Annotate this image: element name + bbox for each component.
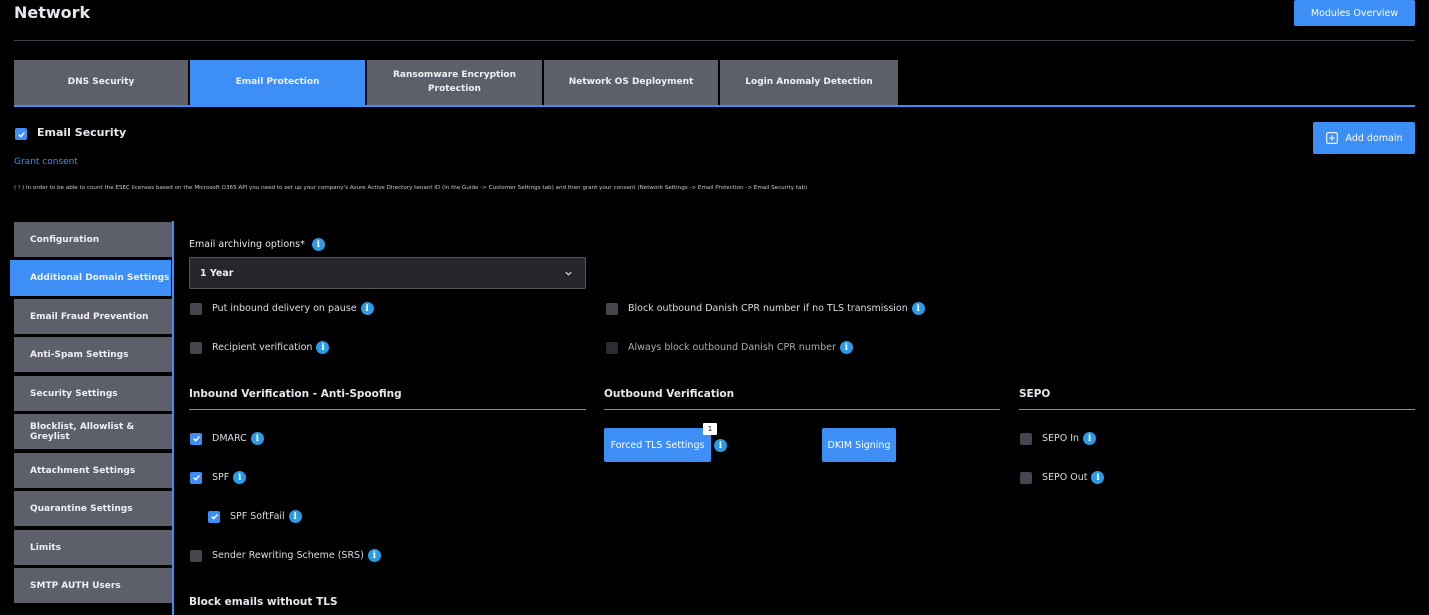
- archiving-select-value: 1 Year: [200, 267, 234, 279]
- always-block-cpr-row: Always block outbound Danish CPR number …: [606, 341, 853, 354]
- inbound-pause-label: Put inbound delivery on pause: [212, 303, 357, 314]
- spf-softfail-checkbox[interactable]: [208, 510, 220, 523]
- spf-softfail-label: SPF SoftFail: [230, 511, 285, 522]
- spf-label: SPF: [212, 472, 230, 483]
- spf-softfail-row: SPF SoftFail i: [208, 510, 302, 523]
- sidebar-item-attachment-settings[interactable]: Attachment Settings: [14, 453, 173, 488]
- dkim-signing-button[interactable]: DKIM Signing: [822, 428, 896, 462]
- sepo-section-title: SEPO: [1019, 388, 1051, 400]
- info-icon[interactable]: i: [233, 471, 247, 484]
- tab-login-anomaly-detection[interactable]: Login Anomaly Detection: [720, 60, 898, 105]
- add-domain-label: Add domain: [1345, 132, 1403, 144]
- info-icon[interactable]: i: [839, 341, 853, 354]
- checkmark-icon: [192, 475, 200, 481]
- sepo-out-label: SEPO Out: [1042, 472, 1088, 483]
- info-icon[interactable]: i: [714, 439, 727, 452]
- info-icon[interactable]: i: [311, 238, 325, 251]
- archiving-select[interactable]: 1 Year: [189, 257, 586, 289]
- tabs-underline: [14, 105, 1415, 107]
- block-cpr-no-tls-row: Block outbound Danish CPR number if no T…: [606, 302, 925, 315]
- recipient-verification-checkbox[interactable]: [190, 341, 202, 354]
- dmarc-row: DMARC i: [190, 432, 264, 445]
- header-divider: [14, 40, 1415, 41]
- tab-dns-security[interactable]: DNS Security: [14, 60, 188, 105]
- forced-tls-count-badge: 1: [703, 423, 717, 435]
- sidebar-item-smtp-auth-users[interactable]: SMTP AUTH Users: [14, 568, 173, 603]
- inbound-section-divider: [189, 409, 586, 410]
- info-icon[interactable]: i: [250, 432, 264, 445]
- inbound-section-title: Inbound Verification - Anti-Spoofing: [189, 388, 402, 400]
- add-domain-button[interactable]: Add domain: [1313, 122, 1415, 154]
- page-title: Network: [14, 3, 91, 22]
- srs-checkbox[interactable]: [190, 549, 202, 562]
- plus-square-icon: [1325, 132, 1338, 144]
- info-icon[interactable]: i: [360, 302, 374, 315]
- srs-label: Sender Rewriting Scheme (SRS): [212, 550, 364, 561]
- spf-checkbox[interactable]: [190, 471, 202, 484]
- sidebar-item-blocklist-allowlist-greylist[interactable]: Blocklist, Allowlist & Greylist: [14, 414, 173, 449]
- checkmark-icon: [210, 514, 218, 520]
- sepo-in-label: SEPO In: [1042, 433, 1080, 444]
- outbound-section-title: Outbound Verification: [604, 388, 735, 400]
- recipient-verification-label: Recipient verification: [212, 342, 313, 353]
- block-cpr-no-tls-checkbox[interactable]: [606, 302, 618, 315]
- archiving-label-row: Email archiving options* i: [189, 238, 325, 251]
- checkmark-icon: [17, 131, 25, 138]
- forced-tls-settings-button[interactable]: Forced TLS Settings: [604, 428, 711, 462]
- info-icon[interactable]: i: [911, 302, 925, 315]
- archiving-label: Email archiving options*: [189, 239, 305, 250]
- sepo-out-row: SEPO Out i: [1020, 471, 1105, 484]
- sepo-in-checkbox[interactable]: [1020, 432, 1032, 445]
- recipient-verification-row: Recipient verification i: [190, 341, 330, 354]
- block-cpr-no-tls-label: Block outbound Danish CPR number if no T…: [628, 303, 908, 314]
- outbound-section-divider: [604, 409, 1000, 410]
- info-icon[interactable]: i: [1083, 432, 1097, 445]
- dmarc-checkbox[interactable]: [190, 432, 202, 445]
- always-block-cpr-label: Always block outbound Danish CPR number: [628, 342, 836, 353]
- sidebar-item-quarantine-settings[interactable]: Quarantine Settings: [14, 491, 173, 526]
- chevron-down-icon: [565, 271, 572, 276]
- srs-row: Sender Rewriting Scheme (SRS) i: [190, 549, 381, 562]
- sepo-in-row: SEPO In i: [1020, 432, 1097, 445]
- tab-ransomware-encryption-protection[interactable]: Ransomware Encryption Protection: [367, 60, 542, 105]
- sepo-section-divider: [1019, 409, 1415, 410]
- info-icon[interactable]: i: [1091, 471, 1105, 484]
- dmarc-label: DMARC: [212, 433, 247, 444]
- sidebar-item-configuration[interactable]: Configuration: [14, 222, 173, 257]
- email-security-label: Email Security: [37, 126, 127, 139]
- always-block-cpr-checkbox[interactable]: [606, 341, 618, 354]
- email-security-checkbox[interactable]: [15, 128, 27, 140]
- sepo-out-checkbox[interactable]: [1020, 471, 1032, 484]
- grant-consent-link[interactable]: Grant consent: [14, 157, 78, 167]
- inbound-pause-row: Put inbound delivery on pause i: [190, 302, 374, 315]
- sidebar-item-security-settings[interactable]: Security Settings: [14, 376, 173, 411]
- block-tls-section-title: Block emails without TLS: [189, 596, 338, 608]
- sidebar-item-additional-domain-settings[interactable]: Additional Domain Settings: [10, 260, 171, 296]
- checkmark-icon: [192, 436, 200, 442]
- tab-network-os-deployment[interactable]: Network OS Deployment: [544, 60, 718, 105]
- inbound-pause-checkbox[interactable]: [190, 302, 202, 315]
- info-icon[interactable]: i: [367, 549, 381, 562]
- spf-row: SPF i: [190, 471, 247, 484]
- info-icon[interactable]: i: [288, 510, 302, 523]
- sidebar-item-limits[interactable]: Limits: [14, 530, 173, 565]
- sidebar-item-email-fraud-prevention[interactable]: Email Fraud Prevention: [14, 299, 173, 334]
- sidebar-active-line: [172, 221, 174, 615]
- modules-overview-button[interactable]: Modules Overview: [1294, 0, 1415, 26]
- sidebar-item-anti-spam-settings[interactable]: Anti-Spam Settings: [14, 337, 173, 372]
- info-icon[interactable]: i: [316, 341, 330, 354]
- tab-email-protection[interactable]: Email Protection: [190, 60, 365, 105]
- license-notice: ( ! ) In order to be able to count the E…: [14, 185, 808, 191]
